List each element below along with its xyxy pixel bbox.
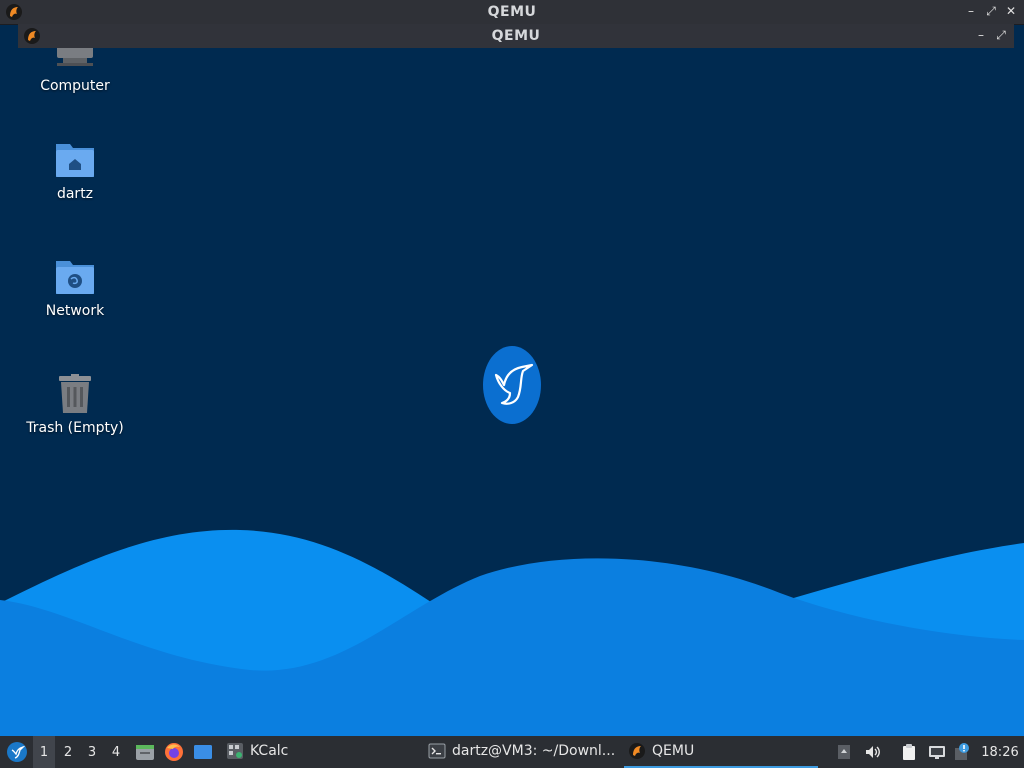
taskbar: 1 2 3 4 KCalc dartz@VM3: ~/Downl... QEMU… (0, 736, 1024, 768)
firefox-icon (165, 743, 183, 761)
inner-restore-button[interactable]: ⤢ (994, 26, 1008, 44)
start-menu-button[interactable] (4, 736, 30, 768)
home-folder-icon (56, 144, 94, 177)
kcalc-icon (227, 743, 243, 759)
qemu-icon (24, 28, 40, 44)
firefox-launcher[interactable] (163, 736, 185, 768)
outer-minimize-button[interactable]: – (964, 2, 978, 20)
tray-expand-button[interactable] (834, 736, 854, 768)
qemu-icon (629, 743, 645, 759)
workspace-2[interactable]: 2 (57, 736, 79, 768)
task-qemu[interactable]: QEMU (624, 736, 818, 768)
desktop-icon (194, 745, 212, 759)
show-desktop-launcher[interactable] (192, 736, 214, 768)
clock[interactable]: 18:26 (980, 736, 1020, 768)
desktop-icon-dartz[interactable]: dartz (20, 140, 130, 202)
desktop-icon-network[interactable]: Network (20, 257, 130, 319)
hummingbird-logo-icon (483, 346, 541, 424)
desktop-icon-label: Trash (Empty) (26, 420, 124, 436)
workspace-4[interactable]: 4 (105, 736, 127, 768)
task-label: dartz@VM3: ~/Downl... (452, 743, 616, 759)
workspace-3[interactable]: 3 (81, 736, 103, 768)
inner-window-title: QEMU (491, 28, 541, 44)
inner-window-titlebar[interactable]: QEMU – ⤢ (18, 24, 1014, 48)
inner-minimize-button[interactable]: – (974, 26, 988, 44)
update-icon (955, 743, 969, 760)
workspace-1[interactable]: 1 (33, 736, 55, 768)
clipboard-icon (903, 744, 915, 760)
volume-icon (866, 746, 880, 758)
terminal-icon (428, 743, 446, 759)
computer-icon (57, 48, 93, 66)
desktop-icon-label: dartz (56, 186, 94, 202)
update-notifier-button[interactable] (952, 736, 972, 768)
outer-restore-button[interactable]: ⤢ (984, 2, 998, 20)
desktop-icon-trash[interactable]: Trash (Empty) (20, 374, 130, 436)
network-icon (929, 746, 945, 759)
desktop-icon-computer[interactable]: Computer (20, 48, 130, 94)
outer-window-title: QEMU (487, 4, 537, 20)
desktop-icon-label: Computer (40, 78, 110, 94)
network-button[interactable] (926, 736, 948, 768)
qemu-icon (6, 4, 22, 20)
outer-window-titlebar[interactable]: QEMU – ⤢ ✕ (0, 0, 1024, 25)
desktop-area[interactable]: Computer dartz Network Trash (Empty) (0, 48, 1024, 736)
task-kcalc[interactable]: KCalc (222, 736, 418, 768)
volume-button[interactable] (862, 736, 884, 768)
start-menu-icon (7, 742, 27, 762)
network-folder-icon (56, 261, 94, 294)
desktop-icon-label: Network (45, 303, 105, 319)
trash-icon (59, 374, 91, 413)
file-manager-launcher[interactable] (134, 736, 156, 768)
task-label: KCalc (250, 743, 289, 759)
task-terminal[interactable]: dartz@VM3: ~/Downl... (424, 736, 620, 768)
outer-close-button[interactable]: ✕ (1004, 2, 1018, 20)
clipboard-button[interactable] (898, 736, 920, 768)
task-label: QEMU (652, 743, 695, 759)
tray-expand-icon (838, 745, 850, 759)
file-manager-icon (136, 745, 154, 760)
